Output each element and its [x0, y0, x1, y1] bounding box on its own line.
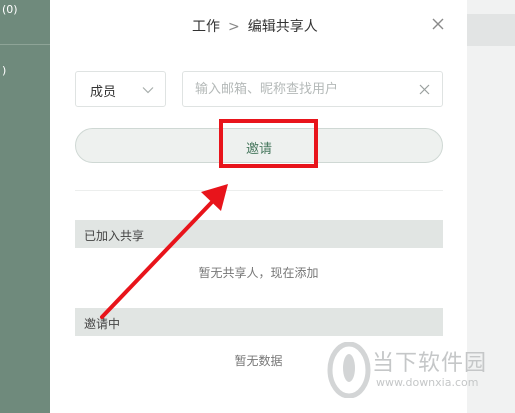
- divider: [75, 190, 443, 191]
- sidebar: (0) ): [0, 0, 50, 413]
- breadcrumb: 工作 > 编辑共享人: [192, 16, 318, 36]
- breadcrumb-current: 编辑共享人: [247, 19, 318, 35]
- chevron-down-icon: [142, 87, 154, 94]
- watermark-logo-icon: [327, 342, 371, 398]
- pending-section-title: 邀请中: [84, 317, 121, 331]
- role-select[interactable]: 成员: [75, 71, 166, 107]
- watermark-url: www.downxia.com: [376, 376, 479, 389]
- breadcrumb-parent[interactable]: 工作: [192, 19, 220, 35]
- breadcrumb-separator: >: [228, 19, 240, 35]
- sidebar-item-count[interactable]: (0): [2, 3, 18, 16]
- search-input[interactable]: [195, 79, 410, 99]
- watermark-title: 当下软件园: [372, 351, 488, 376]
- watermark: 当下软件园 www.downxia.com: [326, 342, 501, 402]
- invite-button-label: 邀请: [245, 142, 272, 157]
- joined-section-title: 已加入共享: [84, 229, 145, 243]
- role-select-value: 成员: [90, 85, 117, 100]
- background-row: [467, 14, 515, 46]
- search-field: [182, 71, 443, 107]
- joined-empty-text: 暂无共享人，现在添加: [198, 266, 319, 280]
- clear-icon[interactable]: [419, 84, 430, 95]
- sidebar-divider: [0, 44, 50, 45]
- close-button[interactable]: [430, 16, 446, 32]
- pending-section-header: 邀请中: [75, 308, 443, 336]
- sidebar-item-count[interactable]: ): [2, 64, 6, 77]
- dialog-header: 工作 > 编辑共享人: [50, 0, 467, 50]
- invite-button[interactable]: 邀请: [75, 128, 443, 163]
- close-icon: [432, 18, 444, 30]
- joined-section-header: 已加入共享: [75, 220, 443, 248]
